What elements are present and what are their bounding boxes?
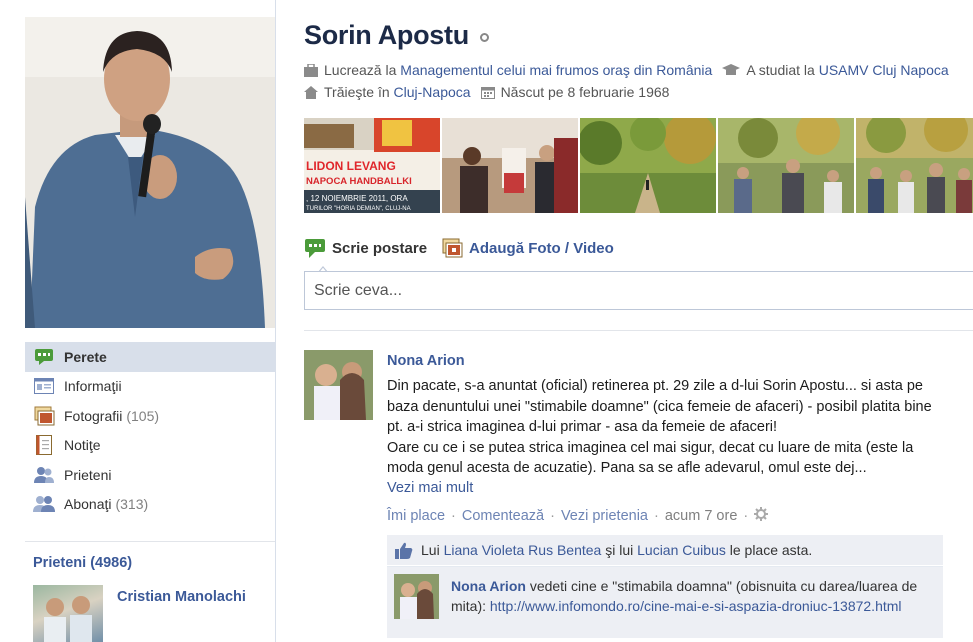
story-message-part-2: Oare cu ce i se putea strica imaginea ce… (387, 439, 914, 477)
photo-thumbnail-event[interactable] (442, 118, 578, 213)
likes-connector: şi lui (605, 542, 634, 558)
lives-link[interactable]: Cluj-Napoca (394, 84, 471, 100)
photo-video-icon (441, 237, 463, 259)
sidebar-item-label: Notiţe (64, 437, 101, 454)
poster-line-3: , 12 NOIEMBRIE 2011, ORA (306, 194, 408, 203)
story-actions: Îmi place · Comentează · Vezi prietenia … (387, 507, 769, 525)
comment-body: Nona Arion vedeti cine e "stimabila doam… (451, 576, 931, 616)
briefcase-icon (304, 62, 318, 77)
work-prefix: Lucrează la (324, 62, 397, 78)
sidebar-item-label: Fotografii (64, 407, 123, 424)
likes-summary: Lui Liana Violeta Rus Bentea şi lui Luci… (387, 535, 943, 566)
story-feedback-box: Lui Liana Violeta Rus Bentea şi lui Luci… (387, 535, 943, 638)
gear-icon[interactable] (754, 507, 769, 525)
friends-icon (33, 465, 55, 485)
graduation-cap-icon (722, 63, 741, 77)
tab-add-photo-video-label: Adaugă Foto / Video (469, 239, 614, 257)
friends-box: Prieteni (4986) Cristian Manolachi (25, 541, 275, 642)
friends-box-title[interactable]: Prieteni (4986) (25, 555, 275, 571)
sidebar-item-friends[interactable]: Prieteni (25, 460, 275, 490)
photo-thumbnail-park[interactable] (580, 118, 716, 213)
comment-author-avatar[interactable] (394, 574, 439, 619)
notes-icon (33, 435, 55, 456)
lives-prefix: Trăieşte în (324, 84, 390, 100)
tab-add-photo-video[interactable]: Adaugă Foto / Video (441, 237, 614, 259)
sidebar-item-notes[interactable]: Notiţe (25, 431, 275, 461)
sidebar-item-label: Perete (64, 348, 107, 365)
house-icon (304, 85, 318, 99)
photo-thumbnail-poster[interactable]: LIDON LEVANG NAPOCA HANDBALLKI , 12 NOIE… (304, 118, 440, 213)
tab-write-post-label: Scrie postare (332, 239, 428, 257)
story-timestamp[interactable]: acum 7 ore (665, 508, 738, 524)
sidebar-item-wall[interactable]: Perete (25, 342, 275, 372)
friend-name[interactable]: Cristian Manolachi (117, 589, 246, 605)
poster-line-4: TURILOR "HORIA DEMIAN", CLUJ-NA (306, 206, 411, 212)
story-author-avatar[interactable] (304, 350, 373, 420)
composer-input[interactable] (304, 271, 973, 310)
tab-write-post[interactable]: Scrie postare (304, 237, 427, 259)
feed-divider (304, 330, 973, 331)
info-row-home-birthday: Trăieşte în Cluj-Napoca Născut pe 8 febr… (304, 84, 669, 100)
sidebar-item-subscribers[interactable]: Abonaţi (313) (25, 490, 275, 520)
info-card-icon (33, 376, 55, 396)
wall-icon (33, 347, 55, 367)
speech-bubble-icon (304, 237, 326, 259)
photos-icon (33, 406, 55, 426)
comment-author-name[interactable]: Nona Arion (451, 578, 526, 594)
sidebar-item-photos[interactable]: Fotografii (105) (25, 401, 275, 431)
poster-line-2: NAPOCA HANDBALLKI (306, 176, 412, 187)
profile-header: Sorin Apostu (304, 20, 489, 51)
see-friendship-link[interactable]: Vezi prietenia (561, 508, 648, 524)
like-link[interactable]: Îmi place (387, 508, 445, 524)
subscribers-icon (33, 494, 55, 514)
profile-side-nav: Perete Informaţii Fotografii (105) Notiţ… (25, 342, 275, 519)
comment-link[interactable]: Comentează (462, 508, 544, 524)
see-more-link[interactable]: Vezi mai mult (387, 480, 473, 496)
info-row-work-education: Lucrează la Managementul celui mai frumo… (304, 62, 949, 78)
comment: Nona Arion vedeti cine e "stimabila doam… (387, 566, 943, 638)
profile-name: Sorin Apostu (304, 20, 469, 50)
work-link[interactable]: Managementul celui mai frumos oraş din R… (400, 62, 712, 78)
main-column: Sorin Apostu Lucrează la Managementul ce… (304, 0, 973, 642)
liker-link-1[interactable]: Liana Violeta Rus Bentea (444, 542, 602, 558)
sidebar-item-count: (105) (126, 407, 160, 424)
sidebar-item-label: Abonaţi (64, 496, 112, 513)
story-message: Din pacate, s-a anuntat (oficial) retine… (387, 376, 947, 479)
sidebar-item-count: (313) (115, 496, 149, 513)
thumbs-up-icon (395, 542, 413, 559)
friend-card[interactable]: Cristian Manolachi (25, 583, 275, 642)
recent-photos-strip: LIDON LEVANG NAPOCA HANDBALLKI , 12 NOIE… (304, 118, 973, 213)
presence-indicator-icon (479, 33, 489, 42)
education-link[interactable]: USAMV Cluj Napoca (819, 62, 949, 78)
story-message-part-1: Din pacate, s-a anuntat (oficial) retine… (387, 378, 932, 435)
photo-thumbnail-gathering[interactable] (856, 118, 973, 213)
sidebar-item-label: Prieteni (64, 466, 112, 483)
comment-link-url[interactable]: http://www.infomondo.ro/cine-mai-e-si-as… (490, 598, 902, 614)
friend-photo[interactable] (33, 585, 103, 642)
likes-prefix: Lui (421, 542, 440, 558)
education-prefix: A studiat la (746, 62, 815, 78)
composer-tabs: Scrie postare Adaugă Foto / Video (304, 237, 614, 259)
birthday-text: Născut pe 8 februarie 1968 (500, 84, 670, 100)
story-author-name[interactable]: Nona Arion (387, 353, 465, 369)
liker-link-2[interactable]: Lucian Cuibus (637, 542, 726, 558)
left-column: Perete Informaţii Fotografii (105) Notiţ… (0, 0, 276, 642)
sidebar-item-label: Informaţii (64, 378, 122, 395)
poster-line-1: LIDON LEVANG (306, 159, 396, 173)
calendar-icon (480, 86, 495, 99)
sidebar-item-info[interactable]: Informaţii (25, 372, 275, 402)
photo-thumbnail-crowd[interactable] (718, 118, 854, 213)
profile-picture[interactable] (25, 17, 275, 328)
likes-suffix: le place asta. (729, 542, 813, 558)
